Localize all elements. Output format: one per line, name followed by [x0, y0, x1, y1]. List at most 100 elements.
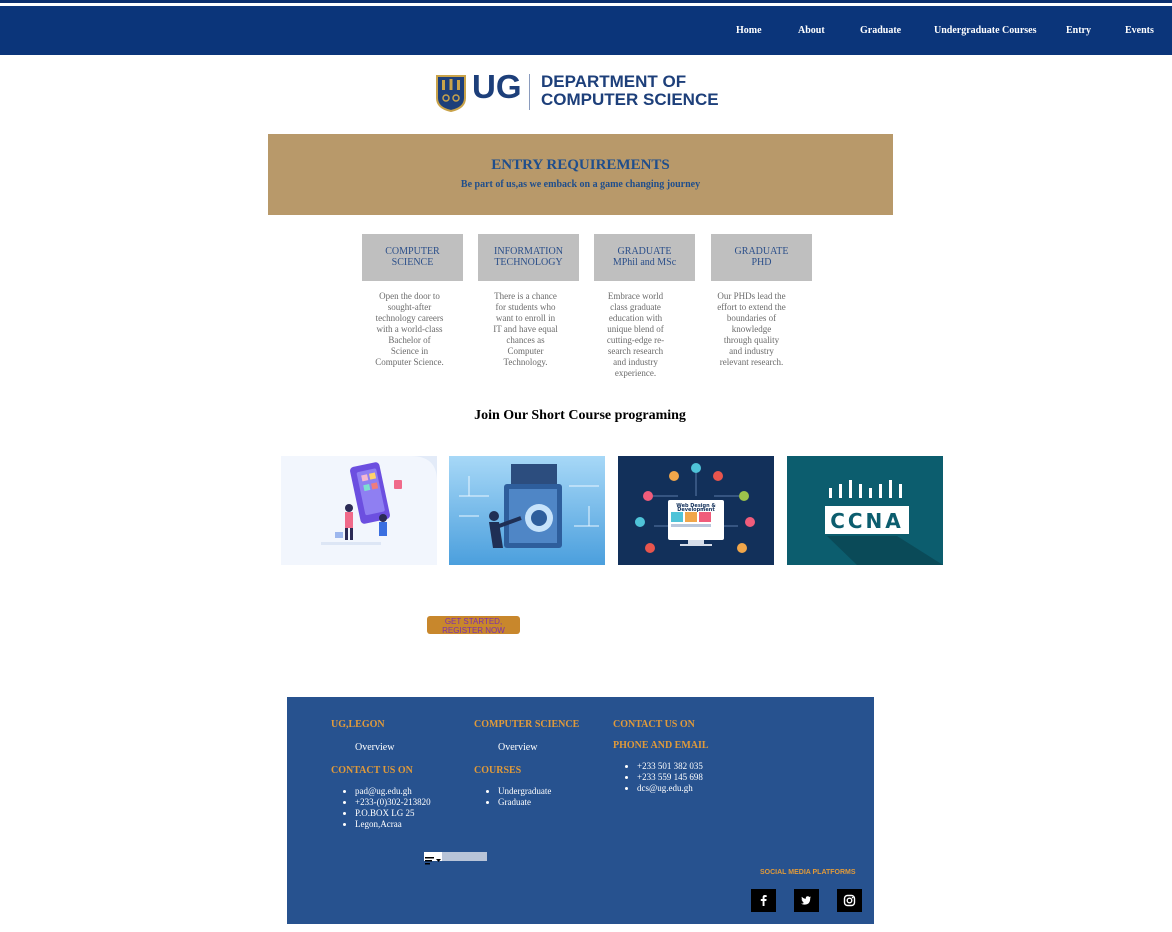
list-item: P.O.BOX LG 25	[355, 808, 431, 819]
cta-line-2: REGISTER NOW	[442, 626, 505, 635]
description-line: Our PHDs lead the	[717, 291, 786, 301]
description-line: Bachelor of	[388, 335, 431, 345]
nav-home[interactable]: Home	[736, 25, 762, 36]
program-title-line2: MPhil and MSc	[612, 257, 677, 268]
program-title-line1: GRADUATE	[734, 246, 789, 257]
description-line: class graduate	[610, 302, 661, 312]
list-item[interactable]: dcs@ug.edu.gh	[637, 783, 703, 794]
description-line: Embrace world	[607, 291, 664, 301]
logo-divider	[529, 74, 530, 110]
list-item[interactable]: Undergraduate	[498, 786, 551, 797]
list-item: +233 501 382 035	[637, 761, 703, 772]
banner-title: ENTRY REQUIREMENTS	[491, 157, 670, 173]
logo-line-2: COMPUTER SCIENCE	[541, 90, 719, 109]
logo-department-name: DEPARTMENT OF COMPUTER SCIENCE	[541, 73, 719, 109]
description-line: Science in	[390, 346, 429, 356]
cyber-security-image[interactable]	[449, 456, 605, 565]
program-title-line2: TECHNOLOGY	[494, 257, 563, 268]
description-line: with a world-class	[376, 324, 443, 334]
filter-dropdown-icon	[424, 852, 442, 865]
top-border	[0, 0, 1172, 3]
cta-line-1: GET STARTED,	[444, 617, 503, 626]
description-line: through quality	[723, 335, 780, 345]
logo-ug-text: UG	[472, 68, 522, 105]
footer-phone-list: +233 501 382 035 +233 559 145 698 dcs@ug…	[613, 761, 703, 794]
program-description-graduate-phd: Our PHDs lead the effort to extend the b…	[701, 291, 802, 368]
program-description-computer-science: Open the door to sought-after technology…	[359, 291, 460, 368]
description-line: and industry	[729, 346, 774, 356]
description-line: knowledge	[731, 324, 772, 334]
description-line: education with	[608, 313, 663, 323]
nav-about[interactable]: About	[798, 25, 825, 36]
description-line: want to enroll in	[495, 313, 556, 323]
mobile-app-development-image[interactable]	[281, 456, 437, 565]
short-course-heading: Join Our Short Course programing	[474, 408, 686, 423]
footer-courses-list: Undergraduate Graduate	[474, 786, 551, 808]
social-media-label: SOCIAL MEDIA PLATFORMS	[760, 869, 856, 876]
footer-ug-overview-link[interactable]: Overview	[355, 742, 394, 753]
description-line: There is a chance	[494, 291, 557, 301]
main-navbar: Home About Graduate Undergraduate Course…	[0, 6, 1172, 55]
ccna-image[interactable]: CCNA	[787, 456, 943, 565]
list-item: +233 559 145 698	[637, 772, 703, 783]
program-description-information-technology: There is a chance for students who want …	[475, 291, 576, 368]
description-line: unique blend of	[607, 324, 664, 334]
cyber-security-illustration-icon	[449, 456, 605, 565]
site-footer: UG,LEGON Overview CONTACT US ON pad@ug.e…	[287, 697, 874, 924]
description-line: for students who	[495, 302, 556, 312]
nav-graduate[interactable]: Graduate	[860, 25, 901, 36]
footer-ug-legon-heading: UG,LEGON	[331, 719, 385, 730]
web-design-caption-2: Development	[677, 507, 715, 513]
description-line: Computer	[507, 346, 544, 356]
description-line: technology careers	[375, 313, 444, 323]
description-line: Open the door to	[379, 291, 440, 301]
program-title-line2: PHD	[751, 257, 772, 268]
nav-undergraduate-courses[interactable]: Undergraduate Courses	[934, 25, 1037, 36]
program-description-graduate-mphil-msc: Embrace world class graduate education w…	[585, 291, 686, 379]
twitter-icon[interactable]	[794, 889, 819, 912]
footer-phone-email-heading: PHONE AND EMAIL	[613, 740, 709, 751]
footer-contact-us-on-heading: CONTACT US ON	[613, 719, 695, 730]
list-item[interactable]: pad@ug.edu.gh	[355, 786, 431, 797]
footer-courses-heading: COURSES	[474, 765, 522, 776]
description-line: experience.	[614, 368, 657, 378]
footer-contact-heading: CONTACT US ON	[331, 765, 413, 776]
web-design-illustration-icon: Web Design & Development	[618, 456, 774, 565]
mobile-app-illustration-icon	[281, 456, 437, 565]
web-design-development-image[interactable]: Web Design & Development	[618, 456, 774, 565]
language-select[interactable]	[424, 852, 487, 865]
list-item: Legon,Acraa	[355, 819, 431, 830]
program-title-line2: SCIENCE	[391, 257, 434, 268]
entry-requirements-banner: ENTRY REQUIREMENTS Be part of us,as we e…	[268, 134, 893, 215]
description-line: boundaries of	[726, 313, 777, 323]
list-item: +233-(0)302-213820	[355, 797, 431, 808]
description-line: Computer Science.	[375, 357, 444, 367]
program-card-computer-science[interactable]: COMPUTER SCIENCE	[362, 234, 463, 281]
description-line: IT and have equal	[493, 324, 558, 334]
program-card-information-technology[interactable]: INFORMATION TECHNOLOGY	[478, 234, 579, 281]
description-line: sought-after	[387, 302, 432, 312]
description-line: search research	[607, 346, 664, 356]
get-started-register-button[interactable]: GET STARTED, REGISTER NOW	[427, 616, 520, 635]
banner-subtitle: Be part of us,as we emback on a game cha…	[460, 179, 701, 190]
footer-computer-science-heading: COMPUTER SCIENCE	[474, 719, 580, 730]
description-line: cutting-edge re-	[606, 335, 665, 345]
nav-entry[interactable]: Entry	[1066, 25, 1091, 36]
footer-cs-overview-link[interactable]: Overview	[498, 742, 537, 753]
instagram-icon[interactable]	[837, 889, 862, 912]
description-line: relevant research.	[719, 357, 784, 367]
ccna-illustration-icon: CCNA	[787, 456, 943, 565]
ug-crest-icon	[436, 75, 466, 112]
description-line: Technology.	[503, 357, 548, 367]
description-line: and industry	[613, 357, 658, 367]
nav-events[interactable]: Events	[1125, 25, 1154, 36]
logo-line-1: DEPARTMENT OF	[541, 72, 687, 91]
program-title-line1: GRADUATE	[617, 246, 672, 257]
program-title-line1: INFORMATION	[494, 246, 563, 257]
list-item[interactable]: Graduate	[498, 797, 551, 808]
description-line: chances as	[506, 335, 545, 345]
program-card-graduate-phd[interactable]: GRADUATE PHD	[711, 234, 812, 281]
program-card-graduate-mphil-msc[interactable]: GRADUATE MPhil and MSc	[594, 234, 695, 281]
facebook-icon[interactable]	[751, 889, 776, 912]
department-logo[interactable]: UG DEPARTMENT OF COMPUTER SCIENCE	[435, 68, 725, 114]
